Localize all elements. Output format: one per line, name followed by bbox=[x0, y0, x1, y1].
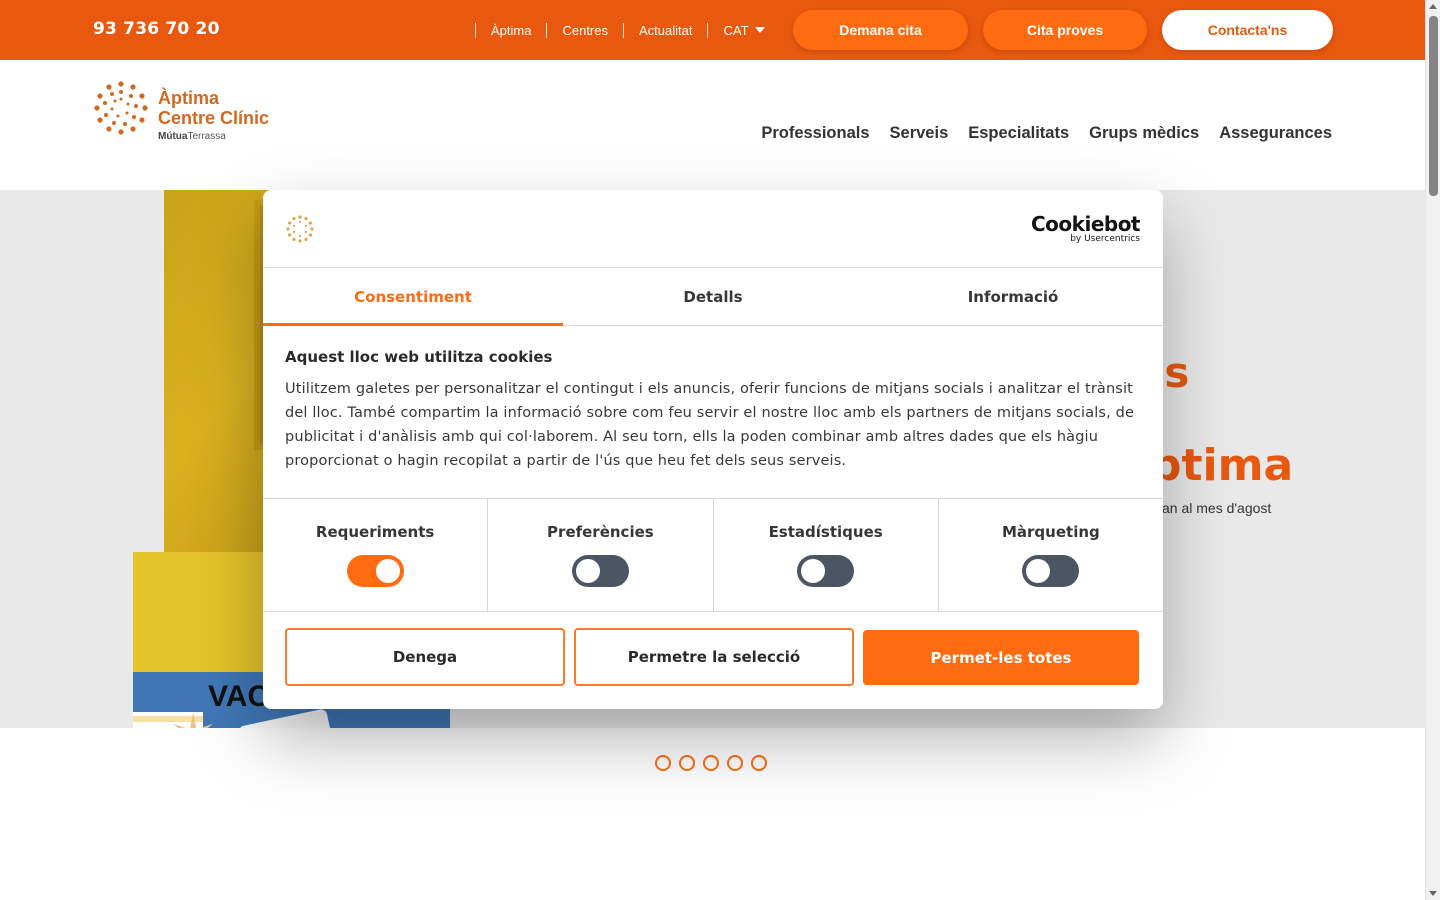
toggle-estadistiques[interactable] bbox=[797, 555, 855, 587]
contact-button[interactable]: Contacta'ns bbox=[1162, 10, 1333, 50]
allow-selection-button[interactable]: Permetre la selecció bbox=[574, 628, 854, 686]
toggle-knob bbox=[801, 559, 826, 583]
logo-mutua: Mútua bbox=[158, 131, 188, 142]
cookie-buttons: Denega Permetre la selecció Permet-les t… bbox=[285, 628, 1139, 686]
slider-dot[interactable] bbox=[679, 755, 695, 771]
caret-down-icon bbox=[754, 27, 765, 33]
toggle-requeriments[interactable] bbox=[346, 555, 404, 587]
top-link-centres[interactable]: Centres bbox=[547, 23, 623, 38]
site-sun-icon bbox=[286, 215, 314, 243]
cookie-categories: Requeriments Preferències Estadístiques … bbox=[263, 498, 1163, 612]
toggle-knob bbox=[1026, 559, 1051, 583]
nav-professionals[interactable]: Professionals bbox=[761, 124, 869, 143]
toggle-knob bbox=[575, 559, 600, 583]
toggle-preferencies[interactable] bbox=[571, 555, 629, 587]
language-label: CAT bbox=[723, 22, 749, 38]
site-logo[interactable]: Àptima Centre Clínic MútuaTerrassa bbox=[93, 80, 273, 144]
slider-dot[interactable] bbox=[655, 755, 671, 771]
cookie-title: Aquest lloc web utilitza cookies bbox=[285, 348, 553, 366]
top-link-actualitat[interactable]: Actualitat bbox=[624, 23, 707, 38]
language-selector[interactable]: CAT bbox=[708, 22, 765, 38]
hero-headline-2: ptima bbox=[1150, 440, 1294, 491]
phone-number[interactable]: 93 736 70 20 bbox=[93, 19, 220, 39]
slider-dots bbox=[655, 755, 767, 771]
cookiebot-wordmark: Cookiebot bbox=[1031, 212, 1141, 236]
nav-especialitats[interactable]: Especialitats bbox=[968, 124, 1069, 143]
category-label: Estadístiques bbox=[768, 523, 883, 541]
nav-grups-medics[interactable]: Grups mèdics bbox=[1089, 124, 1199, 143]
slider-dot[interactable] bbox=[751, 755, 767, 771]
toggle-marqueting[interactable] bbox=[1022, 555, 1080, 587]
cookie-body: Aquest lloc web utilitza cookies Utilitz… bbox=[285, 348, 1145, 473]
toggle-knob bbox=[375, 559, 400, 583]
slider-dot[interactable] bbox=[703, 755, 719, 771]
slider-dot[interactable] bbox=[727, 755, 743, 771]
cookie-dialog-header: Cookiebot by Usercentrics bbox=[263, 190, 1163, 268]
cookiebot-logo[interactable]: Cookiebot by Usercentrics bbox=[1031, 212, 1141, 244]
logo-terrassa: Terrassa bbox=[187, 131, 226, 142]
logo-line-3: MútuaTerrassa bbox=[158, 131, 226, 142]
category-label: Preferències bbox=[547, 523, 654, 541]
category-estadistiques: Estadístiques bbox=[714, 499, 939, 611]
cookie-consent-dialog: Cookiebot by Usercentrics Consentiment D… bbox=[263, 190, 1163, 709]
hero-subtitle: an al mes d'agost bbox=[1162, 500, 1272, 516]
top-bar: 93 736 70 20 Àptima Centres Actualitat C… bbox=[0, 0, 1425, 60]
nav-serveis[interactable]: Serveis bbox=[890, 124, 949, 143]
cookie-tabs: Consentiment Detalls Informació bbox=[263, 268, 1163, 326]
starfish-icon: ✶ bbox=[168, 702, 218, 728]
page-scrollbar[interactable] bbox=[1425, 0, 1440, 900]
cookie-description: Utilitzem galetes per personalitzar el c… bbox=[285, 381, 1135, 469]
test-appointment-button[interactable]: Cita proves bbox=[983, 10, 1147, 50]
category-requeriments: Requeriments bbox=[263, 499, 489, 611]
allow-all-button[interactable]: Permet-les totes bbox=[863, 630, 1139, 685]
scroll-up-icon[interactable] bbox=[1429, 4, 1437, 9]
category-label: Màrqueting bbox=[1001, 523, 1100, 541]
tab-detalls[interactable]: Detalls bbox=[563, 268, 863, 325]
tab-consentiment[interactable]: Consentiment bbox=[263, 268, 563, 326]
scrollbar-thumb[interactable] bbox=[1429, 16, 1438, 196]
category-preferencies: Preferències bbox=[488, 499, 714, 611]
sun-logo-icon bbox=[94, 81, 148, 135]
scroll-down-icon[interactable] bbox=[1429, 891, 1437, 896]
tab-informacio[interactable]: Informació bbox=[863, 268, 1163, 325]
category-label: Requeriments bbox=[315, 523, 435, 541]
category-marqueting: Màrqueting bbox=[939, 499, 1163, 611]
nav-assegurances[interactable]: Assegurances bbox=[1219, 124, 1332, 143]
top-links: Àptima Centres Actualitat CAT bbox=[475, 20, 765, 40]
request-appointment-button[interactable]: Demana cita bbox=[793, 10, 968, 50]
deny-button[interactable]: Denega bbox=[285, 628, 565, 686]
top-link-aptima[interactable]: Àptima bbox=[476, 23, 546, 38]
logo-line-1: Àptima bbox=[158, 88, 220, 108]
main-nav: Professionals Serveis Especialitats Grup… bbox=[761, 124, 1332, 143]
logo-line-2: Centre Clínic bbox=[158, 108, 270, 128]
